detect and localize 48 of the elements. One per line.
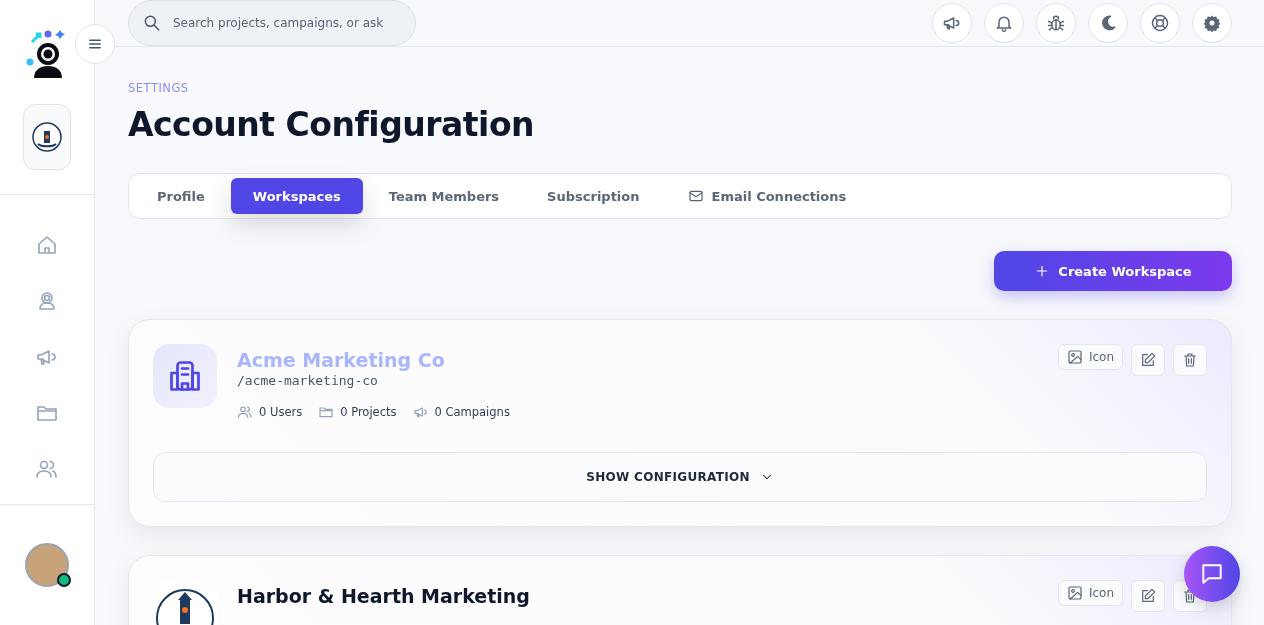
stat-text: 0 Users: [259, 405, 303, 419]
chat-button[interactable]: [1184, 546, 1240, 602]
tab[interactable]: Workspaces: [230, 178, 363, 214]
edit-icon: [1140, 588, 1156, 604]
stat-text: 0 Campaigns: [434, 405, 510, 419]
megaphone-icon: [412, 404, 429, 420]
bug-button[interactable]: [1036, 3, 1076, 43]
delete-button[interactable]: [1173, 344, 1207, 376]
icon-upload-button[interactable]: Icon: [1057, 580, 1123, 606]
workspace-name: Harbor & Hearth Marketing: [237, 584, 531, 608]
image-icon: [1066, 585, 1083, 601]
bell-button[interactable]: [984, 3, 1024, 43]
create-workspace-button[interactable]: Create Workspace: [994, 251, 1232, 291]
workspace-name: Acme Marketing Co: [237, 348, 446, 372]
settings-button[interactable]: [1192, 3, 1232, 43]
tab[interactable]: Subscription: [525, 178, 662, 214]
tab[interactable]: Email Connections: [665, 178, 869, 214]
show-configuration-button[interactable]: SHOW CONFIGURATION: [153, 452, 1207, 502]
stat-text: 0 Projects: [340, 405, 397, 419]
tab[interactable]: Team Members: [366, 178, 522, 214]
tab[interactable]: Profile: [135, 178, 227, 214]
image-icon: [1066, 349, 1083, 365]
icon-upload-button[interactable]: Icon: [1057, 344, 1123, 370]
workspace-slug: /acme-marketing-co: [237, 373, 379, 388]
page-eyebrow: SETTINGS: [128, 81, 190, 95]
moon-button[interactable]: [1088, 3, 1128, 43]
lifebuoy-icon: [1150, 13, 1170, 33]
workspace-switcher[interactable]: [23, 104, 71, 170]
lifebuoy-button[interactable]: [1140, 3, 1180, 43]
home-icon[interactable]: [35, 233, 59, 257]
folder-icon: [318, 404, 335, 420]
building-icon: [153, 344, 217, 408]
lighthouse-emblem-icon: [32, 122, 62, 152]
edit-icon: [1140, 352, 1156, 368]
edit-button[interactable]: [1131, 580, 1165, 612]
bug-icon: [1046, 13, 1066, 33]
settings-icon: [1202, 13, 1222, 33]
chat-icon: [1199, 561, 1225, 587]
search-icon: [142, 13, 162, 33]
users-icon: [237, 404, 253, 420]
page-title: Account Configuration: [128, 105, 536, 144]
search-field[interactable]: Search projects, campaigns, or ask: [128, 0, 416, 46]
megaphone-button[interactable]: [932, 3, 972, 43]
edit-button[interactable]: [1131, 344, 1165, 376]
menu-button[interactable]: [75, 24, 115, 64]
trash-icon: [1182, 352, 1198, 368]
mail-icon: [687, 188, 704, 204]
user-avatar[interactable]: [25, 543, 69, 587]
